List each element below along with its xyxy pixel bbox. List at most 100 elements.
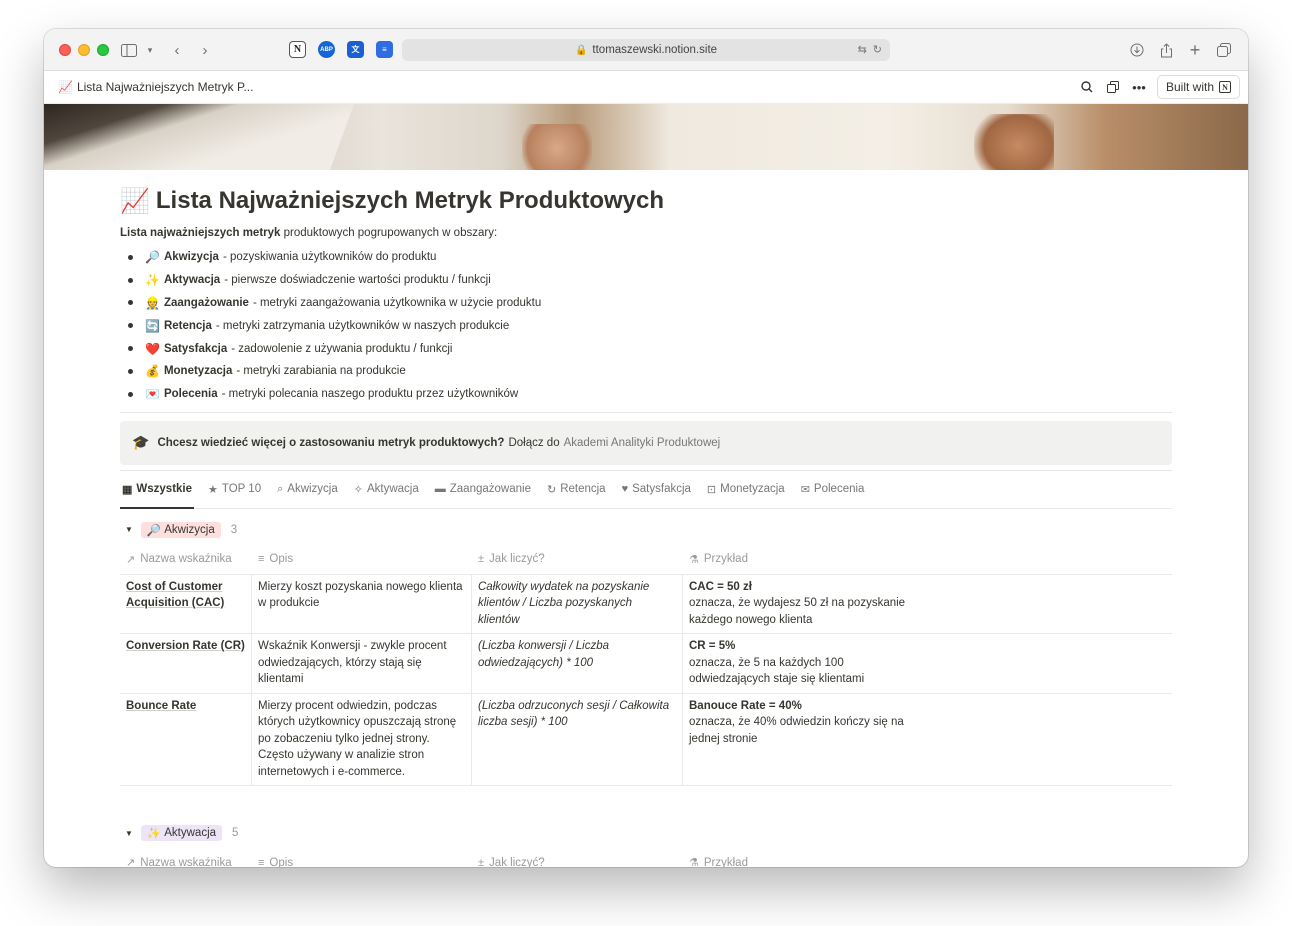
tab-polecenia[interactable]: ✉ Polecenia (799, 470, 867, 508)
new-tab-icon[interactable]: + (1187, 40, 1203, 60)
group-tag: 🔎 Akwizycja (140, 521, 221, 538)
example-text: oznacza, że 5 na każdych 100 odwiedzając… (689, 656, 865, 686)
tab-aktywacja[interactable]: ✧ Aktywacja (352, 470, 421, 508)
heart-icon: ❤️ (145, 341, 160, 356)
metric-formula: Całkowity wydatek na pozyskanie klientów… (472, 574, 683, 634)
text-lines-icon: ≡ (258, 856, 265, 867)
example-text: oznacza, że 40% odwiedzin kończy się na … (689, 716, 904, 745)
table-row[interactable]: Conversion Rate (CR) Wskaźnik Konwersji … (120, 634, 1172, 694)
column-header-jak-liczyc[interactable]: ± Jak liczyć? (472, 857, 683, 867)
translate-icon[interactable]: 文 (347, 41, 364, 58)
column-header-przyklad[interactable]: ⚗ Przykład (683, 553, 1172, 566)
tab-satysfakcja[interactable]: ♥ Satysfakcja (620, 470, 693, 508)
metric-desc: Mierzy procent odwiedzin, podczas któryc… (252, 693, 472, 786)
list-item: 🔎 Akwizycja - pozyskiwania użytkowników do… (120, 246, 1172, 269)
back-icon[interactable]: ‹ (170, 40, 184, 60)
metric-formula: (Liczba odrzuconych sesji / Całkowita li… (472, 693, 683, 786)
built-with-notion-button[interactable]: Built with N (1156, 75, 1240, 99)
breadcrumb[interactable]: 📈 Lista Najważniejszych Metryk P... (58, 80, 253, 94)
column-label: Jak liczyć? (489, 856, 545, 867)
notion-extension-icon[interactable]: N (289, 41, 306, 58)
tab-wszystkie[interactable]: ▦ Wszystkie (120, 470, 195, 510)
browser-toolbar: ▾ ‹ › N ABP 文 ≡ 🔒 ttomaszewski.notion.si… (44, 29, 1248, 71)
column-header-opis[interactable]: ≡ Opis (252, 857, 472, 867)
list-item: 🔄 Retencja - metryki zatrzymania użytkowni… (120, 314, 1172, 337)
refresh-icon: ↻ (546, 483, 557, 496)
callout-bold: Chcesz wiedzieć więcej o zastosowaniu me… (157, 436, 505, 449)
callout-text: Dołącz do (508, 436, 560, 449)
todoist-icon[interactable]: ≡ (376, 41, 393, 58)
tab-label: Aktywacja (366, 483, 419, 496)
worker-icon: 👷 (145, 295, 160, 310)
text-lines-icon: ≡ (258, 553, 265, 566)
table-row[interactable]: Bounce Rate Mierzy procent odwiedzin, po… (120, 693, 1172, 787)
address-bar[interactable]: 🔒 ttomaszewski.notion.site ⇆ ↻ (402, 39, 890, 61)
column-header-jak-liczyc[interactable]: ± Jak liczyć? (472, 553, 683, 565)
intro-bold: Lista najważniejszych metryk (120, 227, 281, 239)
reload-icon[interactable]: ↻ (873, 43, 882, 56)
minimize-window-button[interactable] (78, 44, 90, 56)
translate-page-icon[interactable]: ⇆ (858, 43, 867, 56)
intro-paragraph: Lista najważniejszych metryk produktowyc… (120, 227, 1172, 243)
tab-akwizycja[interactable]: ⌕ Akwizycja (275, 470, 340, 508)
column-header-nazwa[interactable]: ↗ Nazwa wskaźnika (120, 553, 252, 566)
metric-example: CAC = 50 zł oznacza, że wydajesz 50 zł na… (683, 575, 1172, 634)
sidebar-toggle-icon[interactable] (120, 40, 138, 60)
metric-name[interactable]: Cost of Customer Acquisition (CAC) (120, 574, 252, 634)
table-row[interactable]: Cost of Customer Acquisition (CAC) Mierz… (120, 574, 1172, 635)
column-label: Opis (269, 553, 294, 566)
metric-name[interactable]: Conversion Rate (CR) (120, 634, 252, 693)
toggle-triangle-icon[interactable]: ▼ (125, 525, 133, 534)
intro-rest: produktowych pogrupowanych w obszary: (283, 227, 498, 239)
tab-zaangazowanie[interactable]: ▬ Zaangażowanie (433, 470, 533, 508)
built-with-label: Built with (1165, 80, 1214, 94)
table-header: ↗ Nazwa wskaźnika ≡ Opis ± Jak liczyć? ⚗ Prz… (120, 848, 1172, 867)
more-options-icon[interactable]: ••• (1131, 79, 1147, 95)
column-header-nazwa[interactable]: ↗ Nazwa wskaźnika (120, 856, 252, 867)
group-header-aktywacja[interactable]: ▼ ✨ Aktywacja 5 (120, 822, 1172, 844)
close-window-button[interactable] (59, 44, 71, 56)
category-name: Aktywacja (163, 274, 221, 287)
list-item: 💌 Polecenia - metryki polecania naszego pr… (120, 383, 1172, 406)
toggle-triangle-icon[interactable]: ▼ (125, 829, 133, 838)
list-item: ✨ Aktywacja - pierwsze doświadczenie warto… (120, 269, 1172, 292)
category-name: Monetyzacja (163, 365, 233, 378)
academy-link[interactable]: Akademi Analityki Produktowej (564, 437, 721, 449)
maximize-window-button[interactable] (97, 44, 109, 56)
flask-icon: ⚗ (689, 857, 699, 867)
database-view-tabs: ▦ Wszystkie ★ TOP 10 ⌕ Akwizycja ✧ Aktywacja… (120, 470, 1172, 510)
tab-label: Polecenia (813, 483, 865, 496)
tab-retencja[interactable]: ↻ Retencja (545, 470, 608, 508)
search-icon[interactable] (1079, 79, 1095, 95)
tab-monetyzacja[interactable]: ⊡ Monetyzacja (705, 470, 787, 508)
formula-icon: ± (478, 553, 485, 566)
sparkles-icon: ✨ (145, 273, 160, 288)
tab-label: Monetyzacja (720, 483, 785, 496)
heart-icon: ♥ (621, 483, 629, 496)
window-controls (59, 44, 109, 56)
metric-name[interactable]: Bounce Rate (120, 693, 252, 786)
trend-icon: ↗ (126, 553, 136, 566)
tab-top-10[interactable]: ★ TOP 10 (206, 470, 263, 508)
duplicate-icon[interactable] (1105, 79, 1121, 95)
forward-icon[interactable]: › (198, 40, 212, 60)
adblock-icon[interactable]: ABP (318, 41, 335, 58)
tab-overview-icon[interactable] (1216, 40, 1232, 60)
notion-topbar: 📈 Lista Najważniejszych Metryk P... ••• … (44, 71, 1248, 104)
page-content: 📈 Lista Najważniejszych Metryk Produktow… (120, 170, 1172, 867)
group-count: 5 (232, 827, 239, 840)
downloads-icon[interactable] (1129, 40, 1145, 60)
group-header-akwizycja[interactable]: ▼ 🔎 Akwizycja 3 (120, 519, 1172, 541)
graduation-cap-icon: 🎓 (132, 434, 150, 451)
chart-emoji-icon: 📈 (58, 80, 73, 94)
chevron-down-icon[interactable]: ▾ (144, 40, 156, 60)
tab-label: Retencja (560, 483, 606, 496)
magnifier-icon: 🔎 (145, 250, 160, 265)
list-item: 👷 Zaangażowanie - metryki zaangażowania uż… (120, 292, 1172, 315)
share-icon[interactable] (1158, 40, 1174, 60)
column-header-przyklad[interactable]: ⚗ Przykład (683, 856, 1172, 867)
tab-label: Wszystkie (136, 483, 193, 496)
formula-icon: ± (478, 856, 485, 867)
column-label: Przykład (703, 553, 748, 566)
column-header-opis[interactable]: ≡ Opis (252, 553, 472, 565)
